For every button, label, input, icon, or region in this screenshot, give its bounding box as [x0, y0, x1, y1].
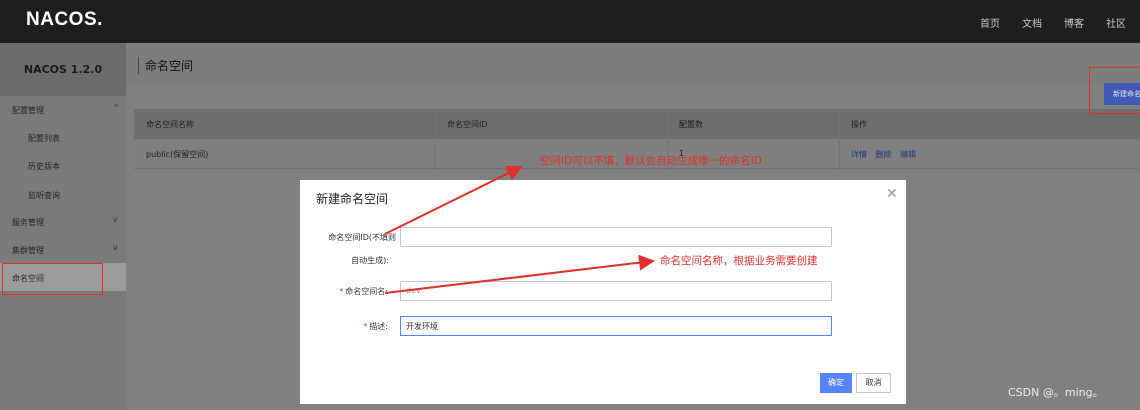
- namespace-id-label-line1: 命名空间ID(不填则: [328, 233, 396, 242]
- namespace-name-input[interactable]: dev: [400, 281, 832, 301]
- sidebar-item-config-list[interactable]: 配置列表: [28, 133, 60, 144]
- annotation-name-note: 命名空间名称，根据业务需要创建: [660, 255, 818, 267]
- col-header-name: 命名空间名称: [146, 120, 194, 129]
- col-header-ops: 操作: [851, 120, 867, 129]
- version-label: NACOS 1.2.0: [0, 43, 126, 96]
- highlight-box-new-button: [1089, 67, 1140, 114]
- sidebar-item-config-management[interactable]: 配置管理: [12, 105, 44, 116]
- col-header-id: 命名空间ID: [447, 120, 488, 129]
- cell-operations: 详情 删除 编辑: [851, 149, 922, 160]
- namespace-id-label: 命名空间ID(不填则 自动生成):: [306, 232, 396, 266]
- description-label-text: 描述:: [369, 322, 388, 331]
- top-navbar: NACOS. 首页 文档 博客 社区: [0, 0, 1140, 43]
- column-divider: [839, 109, 840, 139]
- sidebar: NACOS 1.2.0 配置管理 ^ 配置列表 历史版本 监听查询 服务管理 v…: [0, 43, 126, 410]
- nav-home-link[interactable]: 首页: [980, 15, 1000, 30]
- table-header: 命名空间名称 命名空间ID 配置数 操作: [134, 109, 1140, 139]
- dialog-title: 新建命名空间: [316, 192, 389, 206]
- chevron-up-icon[interactable]: ^: [113, 103, 120, 112]
- namespace-name-label: * 命名空间名:: [339, 287, 388, 296]
- column-divider: [434, 139, 435, 169]
- namespace-id-input[interactable]: [400, 227, 832, 247]
- col-header-count: 配置数: [679, 120, 703, 129]
- delete-link[interactable]: 删除: [876, 150, 892, 159]
- highlight-box-namespace: [2, 263, 103, 295]
- chevron-down-icon[interactable]: v: [113, 243, 118, 252]
- sidebar-item-service-management[interactable]: 服务管理: [12, 217, 44, 228]
- page-header: 命名空间: [126, 43, 1140, 86]
- namespace-name-label-text: 命名空间名:: [345, 287, 388, 296]
- sidebar-item-listener-query[interactable]: 监听查询: [28, 190, 60, 201]
- sidebar-item-cluster-management[interactable]: 集群管理: [12, 245, 44, 256]
- chevron-down-icon[interactable]: v: [113, 215, 118, 224]
- edit-link[interactable]: 编辑: [900, 150, 916, 159]
- annotation-id-note: 空间ID可以不填，默认会自动生成唯一的命名ID: [540, 155, 762, 167]
- nav-docs-link[interactable]: 文档: [1022, 15, 1042, 30]
- top-nav-links: 首页 文档 博客 社区: [980, 15, 1126, 30]
- cell-namespace-name: public(保留空间): [146, 150, 209, 159]
- sidebar-item-history[interactable]: 历史版本: [28, 161, 60, 172]
- column-divider: [434, 109, 435, 139]
- new-namespace-dialog: 新建命名空间 ✕ 命名空间ID(不填则 自动生成): * 命名空间名: dev *…: [300, 180, 906, 404]
- nav-blog-link[interactable]: 博客: [1064, 15, 1084, 30]
- page-title: 命名空间: [138, 57, 193, 74]
- cancel-button[interactable]: 取消: [856, 373, 891, 393]
- namespace-id-label-line2: 自动生成):: [351, 256, 389, 265]
- close-icon[interactable]: ✕: [886, 186, 898, 202]
- csdn-watermark: CSDN @。ming。: [1008, 386, 1104, 399]
- confirm-button[interactable]: 确定: [820, 373, 852, 393]
- column-divider: [839, 139, 840, 169]
- nav-community-link[interactable]: 社区: [1106, 15, 1126, 30]
- description-label: * 描述:: [363, 322, 388, 331]
- column-divider: [667, 109, 668, 139]
- description-input[interactable]: 开发环境: [400, 316, 832, 336]
- details-link[interactable]: 详情: [851, 150, 867, 159]
- nacos-logo[interactable]: NACOS.: [26, 9, 103, 31]
